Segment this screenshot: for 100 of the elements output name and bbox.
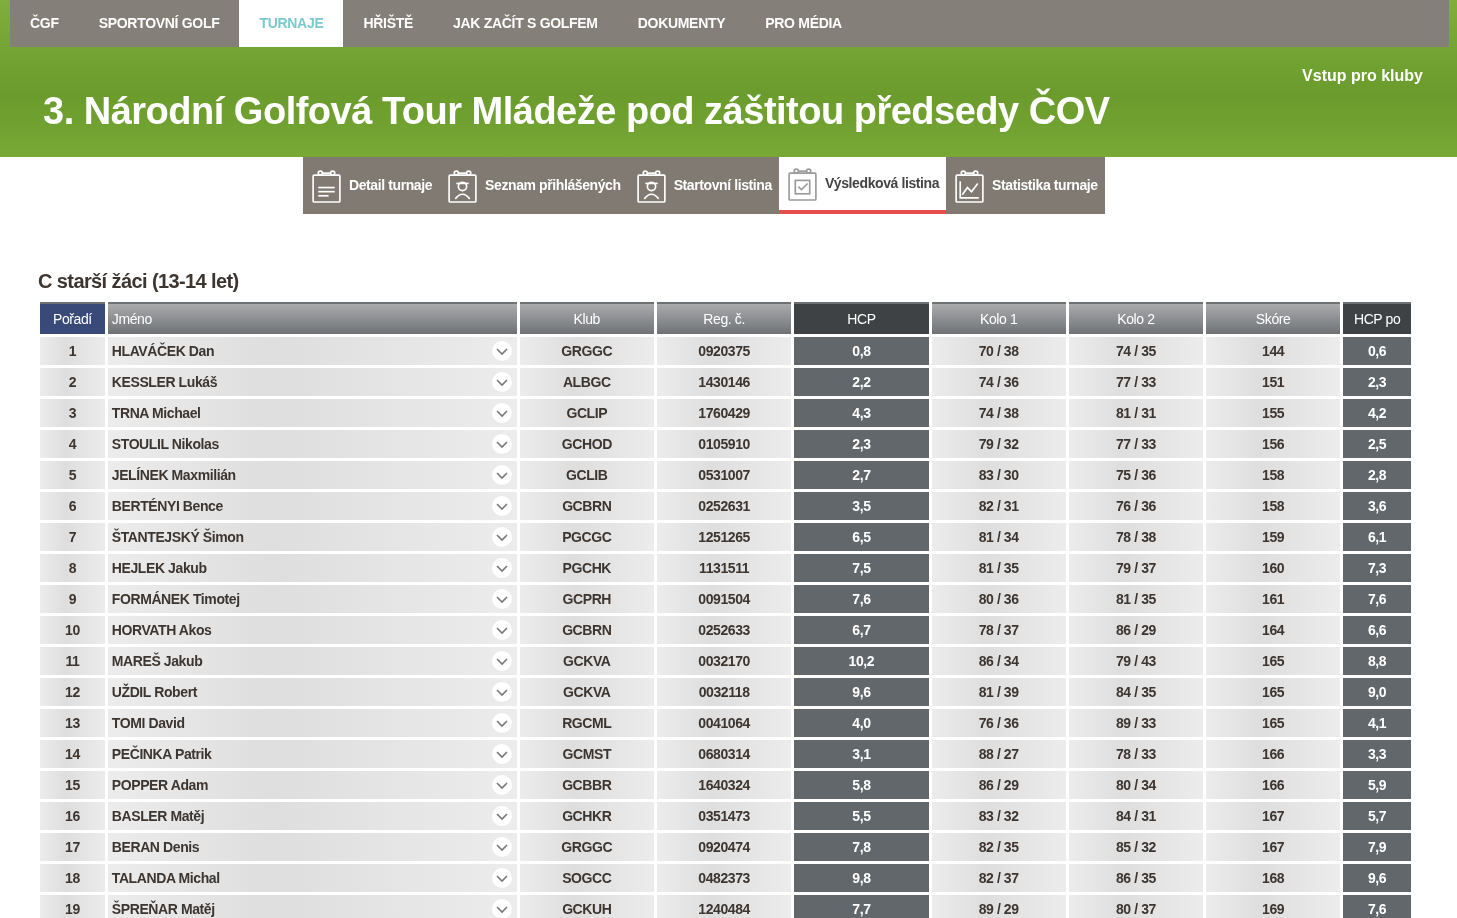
expand-chevron-icon[interactable] [491,805,512,826]
table-cell: 4,2 [1343,396,1411,427]
column-header: Jméno [107,302,517,334]
player-name: UŽDIL Robert [111,683,197,700]
nav-link[interactable]: ČGF [10,0,79,47]
player-name: HLAVÁČEK Dan [111,342,215,359]
tab[interactable]: Statistika turnaje [946,157,1105,214]
table-cell: 1131511 [656,551,792,582]
expand-chevron-icon[interactable] [491,743,512,764]
player-name: STOULIL Nikolas [111,435,219,452]
expand-chevron-icon[interactable] [491,681,512,702]
table-cell: 83 / 30 [931,458,1066,489]
expand-chevron-icon[interactable] [491,836,512,857]
table-cell: 17 [40,830,105,861]
table-cell: 161 [1206,582,1341,613]
table-cell: 4 [40,427,105,458]
table-cell: 0482373 [656,861,792,892]
table-cell: 0032118 [656,675,792,706]
table-cell: 1430146 [656,365,792,396]
table-cell: 1251265 [656,520,792,551]
table-cell: 77 / 33 [1068,427,1204,458]
player-name: POPPER Adam [111,776,208,793]
clipboard-list-icon [310,168,343,203]
tournament-title: 3. Národní Golfová Tour Mládeže pod záštitou předsedy ČOV [43,87,1111,134]
tab[interactable]: Výsledková listina [778,157,947,214]
club-login-link[interactable]: Vstup pro kluby [1302,64,1423,88]
tab[interactable]: Detail turnaje [303,157,440,214]
table-cell: GCBRN [519,613,654,644]
table-cell: 1640324 [656,768,792,799]
tab[interactable]: Seznam přihlášených [439,157,628,214]
player-name: BERTÉNYI Bence [111,497,223,514]
table-cell: 80 / 37 [1068,892,1204,918]
table-cell: 18 [40,861,105,892]
table-cell: 11 [40,644,105,675]
table-cell: 81 / 34 [931,520,1066,551]
table-cell: 8 [40,551,105,582]
expand-chevron-icon[interactable] [491,526,512,547]
table-cell: 13 [40,706,105,737]
expand-chevron-icon[interactable] [491,371,512,392]
table-cell: GRGGC [519,830,654,861]
expand-chevron-icon[interactable] [491,650,512,671]
table-cell: 78 / 33 [1068,737,1204,768]
expand-chevron-icon[interactable] [491,402,512,423]
table-cell: PGCHK [519,551,654,582]
table-cell: 19 [40,892,105,918]
nav-link[interactable]: SPORTOVNÍ GOLF [78,0,240,47]
table-cell: 7,6 [1343,582,1411,613]
table-cell: 86 / 29 [931,768,1066,799]
expand-chevron-icon[interactable] [491,557,512,578]
table-cell: 86 / 34 [931,644,1066,675]
table-cell: 169 [1206,892,1341,918]
tab[interactable]: Startovní listina [627,157,779,214]
table-cell: 0032170 [656,644,792,675]
table-cell: 7 [40,520,105,551]
table-cell: SOGCC [519,861,654,892]
nav-link[interactable]: JAK ZAČÍT S GOLFEM [433,0,618,47]
table-cell: 9 [40,582,105,613]
player-name: BERAN Denis [111,838,200,855]
table-cell: 166 [1206,737,1341,768]
table-cell: 7,3 [1343,551,1411,582]
table-cell: 84 / 31 [1068,799,1204,830]
expand-chevron-icon[interactable] [491,495,512,516]
table-cell: GCLIP [519,396,654,427]
table-cell: 168 [1206,861,1341,892]
table-cell: 82 / 37 [931,861,1066,892]
table-cell: 78 / 37 [931,613,1066,644]
table-cell: 5,5 [794,799,929,830]
table-cell: 4,0 [794,706,929,737]
table-cell: 6,6 [1343,613,1411,644]
expand-chevron-icon[interactable] [491,340,512,361]
table-cell: 7,6 [794,582,929,613]
table-cell: 74 / 35 [1068,334,1204,365]
table-cell: 5 [40,458,105,489]
table-cell: 81 / 35 [1068,582,1204,613]
table-cell: 10,2 [794,644,929,675]
table-cell: 0680314 [656,737,792,768]
table-cell: 164 [1206,613,1341,644]
nav-link[interactable]: DOKUMENTY [617,0,746,47]
table-cell: 4,3 [794,396,929,427]
expand-chevron-icon[interactable] [491,712,512,733]
expand-chevron-icon[interactable] [491,464,512,485]
table-cell: GCMST [519,737,654,768]
table-cell: 155 [1206,396,1341,427]
expand-chevron-icon[interactable] [491,588,512,609]
expand-chevron-icon[interactable] [491,774,512,795]
table-cell: 14 [40,737,105,768]
expand-chevron-icon[interactable] [491,433,512,454]
table-cell: 9,6 [794,675,929,706]
column-header: HCP [794,302,929,334]
column-header: Pořadí [40,302,105,334]
table-cell: 3,1 [794,737,929,768]
table-cell: 8,8 [1343,644,1411,675]
table-cell: 2,5 [1343,427,1411,458]
expand-chevron-icon[interactable] [491,867,512,888]
expand-chevron-icon[interactable] [491,619,512,640]
table-cell: 3 [40,396,105,427]
table-cell: 0920375 [656,334,792,365]
expand-chevron-icon[interactable] [491,898,512,918]
nav-link[interactable]: HŘIŠTĚ [343,0,433,47]
nav-link[interactable]: PRO MÉDIA [745,0,862,47]
